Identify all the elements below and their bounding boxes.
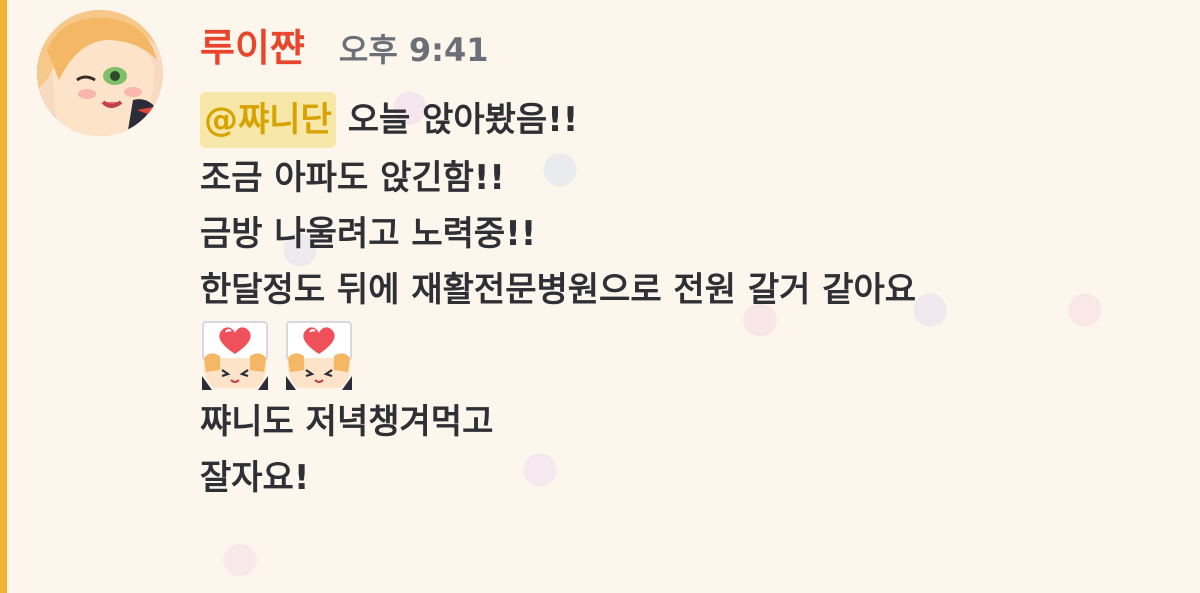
message-line: 금방 나울려고 노력중!! [200,206,1180,262]
message-content: @쨔니단 오늘 앉아봤음!! 조금 아파도 앉긴함!! 금방 나울려고 노력중!… [200,90,1180,506]
message-text: 한달정도 뒤에 재활전문병원으로 전원 갈거 같아요 [200,270,917,310]
chat-message[interactable]: 루이쨘 오후 9:41 @쨔니단 오늘 앉아봤음!! 조금 아파도 앉긴함!! … [0,0,1200,593]
heart-sign-sticker-icon[interactable] [200,320,270,390]
message-text: 금방 나울려고 노력중!! [200,214,537,254]
message-header: 루이쨘 오후 9:41 [200,18,489,78]
message-text: 조금 아파도 앉긴함!! [200,158,505,198]
message-text: 쨔니도 저녁챙겨먹고 [200,402,494,442]
message-line: 한달정도 뒤에 재활전문병원으로 전원 갈거 같아요 [200,262,1180,318]
timestamp[interactable]: 오후 9:41 [339,20,489,80]
username[interactable]: 루이쨘 [200,18,305,78]
message-line: 쨔니도 저녁챙겨먹고 [200,394,1180,450]
user-mention[interactable]: @쨔니단 [200,92,336,148]
message-line: @쨔니단 오늘 앉아봤음!! [200,90,1180,150]
message-text: 오늘 앉아봤음!! [347,100,579,140]
avatar-image [37,10,163,136]
avatar[interactable] [37,10,163,136]
heart-sign-sticker-icon[interactable] [284,320,354,390]
message-line: 조금 아파도 앉긴함!! [200,150,1180,206]
sticker-row [200,318,1180,394]
message-text: 잘자요! [200,458,310,498]
message-line: 잘자요! [200,450,1180,506]
